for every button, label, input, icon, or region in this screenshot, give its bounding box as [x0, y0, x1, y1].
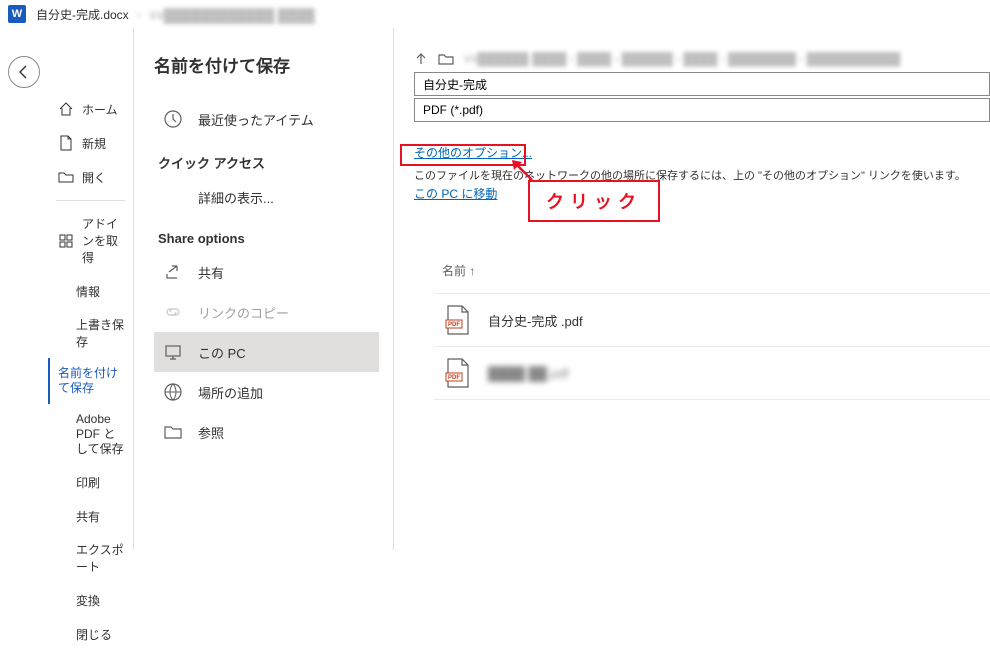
copy-link-item: リンクのコピー [154, 292, 379, 332]
svg-text:PDF: PDF [448, 322, 460, 328]
recent-items[interactable]: 最近使ったアイテム [154, 99, 379, 139]
move-to-pc-link[interactable]: この PC に移動 [414, 187, 497, 201]
home-icon [58, 101, 74, 117]
add-place-item[interactable]: 場所の追加 [154, 372, 379, 412]
file-name: ████ ██.pdf [488, 366, 569, 381]
more-options-link[interactable]: その他のオプション... [414, 146, 532, 160]
nav-save[interactable]: 上書き保存 [48, 308, 133, 358]
nav-share[interactable]: 共有 [48, 499, 133, 533]
save-details-panel: ¥¥██████-████ › ████ › ██████ › ████ › █… [393, 28, 990, 550]
browse-item[interactable]: 参照 [154, 412, 379, 452]
show-details[interactable]: 詳細の表示... [154, 178, 379, 217]
backstage-nav: ホーム 新規 開く アドインを取得 情報 上書き保存 名前を付けて保存 Adob… [48, 28, 133, 550]
clock-icon [162, 109, 184, 129]
page-title: 名前を付けて保存 [154, 52, 379, 77]
nav-addins-label: アドインを取得 [82, 215, 127, 266]
add-place-label: 場所の追加 [198, 383, 263, 402]
pdf-file-icon: PDF [444, 304, 472, 336]
share-label: 共有 [198, 263, 224, 282]
share-icon [162, 262, 184, 282]
browse-folder-icon [162, 422, 184, 442]
link-icon [162, 302, 184, 322]
annotation-callout: クリック [528, 180, 660, 222]
share-item[interactable]: 共有 [154, 252, 379, 292]
nav-new[interactable]: 新規 [48, 126, 133, 160]
nav-close[interactable]: 閉じる [48, 617, 133, 651]
filename-input[interactable] [414, 72, 990, 96]
word-app-icon: W [8, 5, 26, 23]
nav-save-as[interactable]: 名前を付けて保存 [48, 358, 133, 404]
save-locations-panel: 名前を付けて保存 最近使ったアイテム クイック アクセス 詳細の表示... Sh… [133, 28, 393, 550]
nav-info[interactable]: 情報 [48, 274, 133, 308]
new-icon [58, 135, 74, 151]
network-save-hint: このファイルを現在のネットワークの他の場所に保存するには、上の "その他のオプシ… [414, 167, 990, 183]
filetype-dropdown[interactable] [414, 98, 990, 122]
breadcrumb-path[interactable]: ¥¥██████-████ › ████ › ██████ › ████ › █… [464, 52, 900, 66]
share-options-header: Share options [158, 231, 379, 246]
svg-text:PDF: PDF [448, 375, 460, 381]
recent-label: 最近使ったアイテム [198, 110, 314, 129]
file-name: 自分史-完成 .pdf [488, 311, 583, 330]
nav-home[interactable]: ホーム [48, 92, 133, 126]
nav-print[interactable]: 印刷 [48, 465, 133, 499]
nav-open-label: 開く [82, 169, 106, 186]
title-bar: W 自分史-完成.docx ・ ¥¥████████████ ████ [0, 0, 990, 28]
open-folder-icon [58, 169, 74, 185]
back-button[interactable] [8, 56, 40, 88]
this-pc-icon [162, 342, 184, 362]
this-pc-label: この PC [198, 343, 246, 362]
nav-new-label: 新規 [82, 135, 106, 152]
nav-export[interactable]: エクスポート [48, 533, 133, 583]
nav-addins[interactable]: アドインを取得 [48, 207, 133, 274]
file-list-header[interactable]: 名前 ↑ [442, 262, 990, 279]
file-row[interactable]: PDF 自分史-完成 .pdf [414, 294, 990, 346]
document-name: 自分史-完成.docx [36, 6, 129, 23]
globe-plus-icon [162, 382, 184, 402]
nav-home-label: ホーム [82, 101, 118, 118]
nav-open[interactable]: 開く [48, 160, 133, 194]
file-row[interactable]: PDF ████ ██.pdf [414, 347, 990, 399]
nav-adobe-pdf[interactable]: Adobe PDF として保存 [48, 404, 133, 465]
this-pc-item[interactable]: この PC [154, 332, 379, 372]
pdf-file-icon: PDF [444, 357, 472, 389]
copy-link-label: リンクのコピー [198, 303, 289, 322]
addins-icon [58, 233, 74, 249]
quick-access-header: クイック アクセス [158, 153, 379, 172]
folder-path-icon [438, 52, 454, 66]
nav-transform[interactable]: 変換 [48, 583, 133, 617]
browse-label: 参照 [198, 423, 224, 442]
title-path-blurred: ・ ¥¥████████████ ████ [133, 5, 315, 24]
up-arrow-icon[interactable] [414, 52, 428, 66]
